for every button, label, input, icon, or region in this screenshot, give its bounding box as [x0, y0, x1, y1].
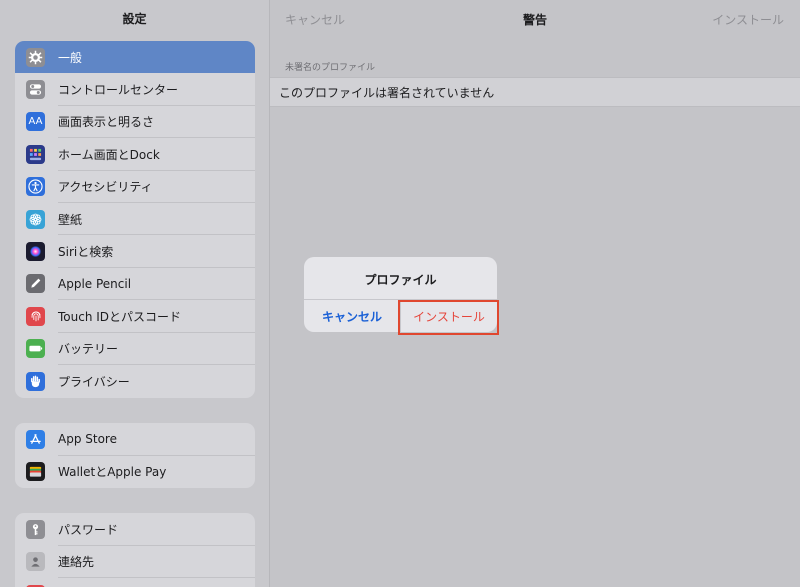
sidebar-item-partial[interactable] [15, 578, 255, 587]
settings-group-3: パスワード 連絡先 [15, 513, 255, 587]
sidebar-item-general[interactable]: 一般 [15, 41, 255, 74]
sidebar-item-accessibility[interactable]: アクセシビリティ [15, 171, 255, 204]
sidebar-item-label: Touch IDとパスコード [58, 309, 182, 324]
alert-cancel-button[interactable]: キャンセル [304, 300, 400, 332]
alert-title: プロファイル [364, 273, 437, 287]
profile-warning-row: このプロファイルは署名されていません [270, 77, 800, 107]
contacts-icon [26, 552, 45, 572]
sidebar-item-battery[interactable]: バッテリー [15, 333, 255, 366]
home-screen-icon [26, 144, 45, 164]
sidebar-item-wallet-apple-pay[interactable]: WalletとApple Pay [15, 456, 255, 489]
settings-group-1: 一般 コントロールセンター AA 画面表示と明るさ ホーム画面とDock アクセ… [15, 41, 255, 398]
sidebar-item-display-brightness[interactable]: AA 画面表示と明るさ [15, 106, 255, 139]
sidebar-item-siri-search[interactable]: Siriと検索 [15, 235, 255, 269]
control-center-icon [26, 80, 45, 100]
key-icon [26, 519, 45, 539]
accessibility-icon [26, 177, 45, 197]
sidebar-item-label: パスワード [58, 522, 119, 537]
sidebar-item-label: ホーム画面とDock [58, 147, 160, 162]
wallpaper-icon [26, 209, 45, 229]
sidebar-item-label: バッテリー [58, 342, 119, 357]
sidebar-item-label: 壁紙 [58, 212, 83, 227]
sidebar-item-label: 一般 [58, 50, 83, 65]
sidebar-item-contacts[interactable]: 連絡先 [15, 546, 255, 579]
hand-icon [26, 371, 45, 391]
sidebar-item-wallpaper[interactable]: 壁紙 [15, 203, 255, 236]
sidebar-item-app-store[interactable]: App Store [15, 423, 255, 456]
sidebar-item-passwords[interactable]: パスワード [15, 513, 255, 546]
sidebar-item-label: アクセシビリティ [58, 180, 153, 195]
alert-install-button[interactable]: インストール [401, 300, 497, 332]
sidebar-item-label: App Store [58, 432, 117, 447]
sidebar-item-label: WalletとApple Pay [58, 465, 167, 480]
sidebar-item-home-screen-dock[interactable]: ホーム画面とDock [15, 138, 255, 171]
section-header: 未署名のプロファイル [285, 63, 376, 73]
sidebar-item-privacy[interactable]: プライバシー [15, 365, 255, 397]
pencil-icon [26, 274, 45, 294]
wallet-icon [26, 462, 45, 482]
profile-alert-dialog: プロファイル キャンセル インストール [304, 257, 497, 332]
display-brightness-icon: AA [26, 112, 45, 132]
sidebar-item-label: Siriと検索 [58, 245, 114, 260]
settings-group-2: App Store WalletとApple Pay [15, 423, 255, 488]
app-store-icon [26, 429, 45, 449]
sidebar-item-label: Apple Pencil [58, 276, 132, 291]
sidebar-item-control-center[interactable]: コントロールセンター [15, 73, 255, 107]
sidebar-title: 設定 [122, 12, 147, 26]
settings-sidebar: 設定 一般 コントロールセンター AA 画面表示と明るさ ホーム画面とDock [0, 0, 270, 587]
battery-icon [26, 339, 45, 359]
siri-icon [26, 242, 45, 262]
sidebar-item-touch-id-passcode[interactable]: Touch IDとパスコード [15, 300, 255, 333]
fingerprint-icon [26, 306, 45, 326]
sidebar-item-label: 連絡先 [58, 555, 95, 570]
gear-icon [26, 47, 45, 67]
profile-warning-text: このプロファイルは署名されていません [279, 85, 495, 100]
sidebar-item-label: 画面表示と明るさ [58, 115, 155, 130]
nav-install-button[interactable]: インストール [712, 11, 784, 28]
sidebar-item-label: コントロールセンター [58, 83, 179, 98]
sidebar-item-apple-pencil[interactable]: Apple Pencil [15, 268, 255, 301]
sidebar-item-label: プライバシー [58, 374, 130, 389]
